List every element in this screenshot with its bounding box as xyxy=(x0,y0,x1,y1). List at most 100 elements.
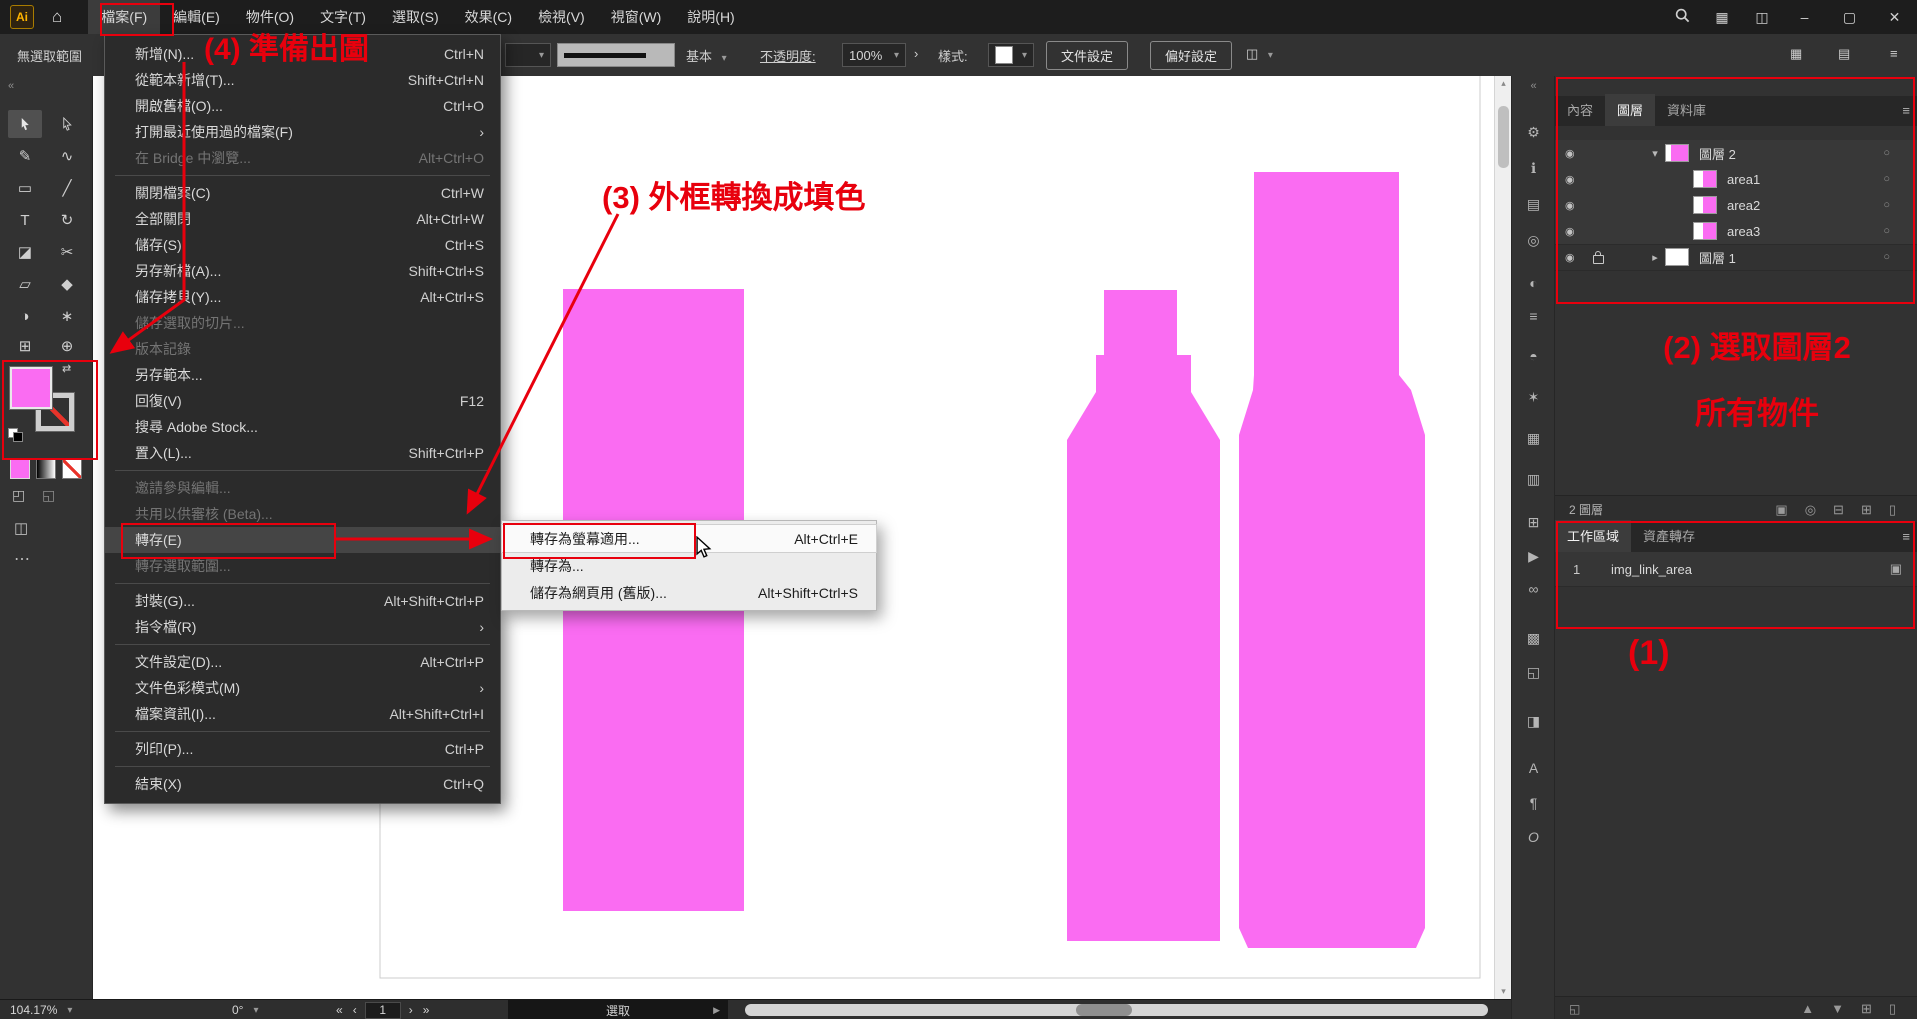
artboard-row[interactable]: 1 img_link_area ▣ xyxy=(1555,552,1917,587)
layer-name[interactable]: 圖層 2 xyxy=(1699,144,1736,163)
file-menu-item-save-as[interactable]: 另存新檔(A)...Shift+Ctrl+S xyxy=(105,258,500,284)
exit-mode-icon[interactable]: ◱ xyxy=(1569,1002,1580,1016)
preferences-button[interactable]: 偏好設定 xyxy=(1150,41,1232,70)
actions-icon[interactable]: ▶ xyxy=(1512,548,1555,565)
rotation-control[interactable]: 0° ▾ xyxy=(232,1000,259,1019)
submenu-item-save-for-web[interactable]: 儲存為網頁用 (舊版)...Alt+Shift+Ctrl+S xyxy=(502,579,876,606)
object-name[interactable]: area3 xyxy=(1727,224,1760,239)
asset-export-icon[interactable]: ◱ xyxy=(1512,664,1555,681)
file-menu-item-revert[interactable]: 回復(V)F12 xyxy=(105,388,500,414)
file-menu-item-open-recent[interactable]: 打開最近使用過的檔案(F)› xyxy=(105,119,500,145)
align-combo[interactable]: ◫ ▾ xyxy=(1246,46,1273,62)
target-circle-icon[interactable]: ○ xyxy=(1883,147,1890,159)
new-item-icon[interactable]: ⊞ xyxy=(1861,1001,1872,1017)
move-up-icon[interactable]: ▲ xyxy=(1801,1001,1814,1017)
object-name[interactable]: area1 xyxy=(1727,172,1760,187)
file-menu-item-exit[interactable]: 結束(X)Ctrl+Q xyxy=(105,771,500,797)
tab-layers[interactable]: 圖層 xyxy=(1605,94,1655,126)
properties-icon[interactable]: ▤ xyxy=(1512,196,1555,213)
line-segment-tool[interactable]: ╱ xyxy=(50,174,84,202)
search-icon[interactable] xyxy=(1662,8,1702,26)
close-button[interactable]: ✕ xyxy=(1872,0,1917,34)
target-circle-icon[interactable]: ○ xyxy=(1883,199,1890,211)
artboard-name[interactable]: img_link_area xyxy=(1611,562,1692,577)
next-artboard-icon[interactable]: › xyxy=(409,1003,413,1017)
menu-effect[interactable]: 效果(C) xyxy=(452,0,525,34)
horizontal-scrollbar[interactable] xyxy=(745,1004,1488,1016)
visibility-eye-icon[interactable]: ◉ xyxy=(1565,173,1587,186)
stroke-panel-icon[interactable]: ≡ xyxy=(1512,308,1555,324)
layer-thumbnail[interactable] xyxy=(1665,144,1689,162)
menu-help[interactable]: 說明(H) xyxy=(674,0,747,34)
type-tool[interactable]: T xyxy=(8,206,42,234)
stroke-profile-combo[interactable] xyxy=(557,43,675,67)
gradient-mode-button[interactable] xyxy=(36,459,56,479)
stroke-weight-combo[interactable]: ▾ xyxy=(505,43,551,67)
file-menu-item-document-color-mode[interactable]: 文件色彩模式(M)› xyxy=(105,675,500,701)
move-down-icon[interactable]: ▼ xyxy=(1831,1001,1844,1017)
artboard-tool[interactable]: ⊞ xyxy=(8,332,42,360)
eraser-tool[interactable]: ◪ xyxy=(8,238,42,266)
color-guide-icon[interactable]: ◐ xyxy=(1512,275,1555,291)
file-menu-item-scripts[interactable]: 指令檔(R)› xyxy=(105,614,500,640)
workspace-icon[interactable]: ▦ xyxy=(1702,9,1742,26)
curvature-tool[interactable]: ∿ xyxy=(50,142,84,170)
first-artboard-icon[interactable]: « xyxy=(336,1003,343,1017)
status-hint-field[interactable]: 選取 ▶ xyxy=(508,1000,728,1019)
zoom-tool[interactable]: ⊕ xyxy=(50,332,84,360)
eyedropper-tool[interactable]: ◆ xyxy=(50,270,84,298)
artwork-bottle-large[interactable] xyxy=(1239,172,1425,948)
object-thumbnail[interactable] xyxy=(1693,196,1717,214)
target-circle-icon[interactable]: ○ xyxy=(1883,251,1890,263)
file-menu-item-save[interactable]: 儲存(S)Ctrl+S xyxy=(105,232,500,258)
expand-panels-icon[interactable]: « xyxy=(1512,80,1555,92)
artboard-number-field[interactable]: 1 xyxy=(365,1002,401,1019)
file-menu-item-package[interactable]: 封裝(G)...Alt+Shift+Ctrl+P xyxy=(105,588,500,614)
color-mode-button[interactable] xyxy=(10,459,30,479)
object-name[interactable]: area2 xyxy=(1727,198,1760,213)
character-icon[interactable]: A xyxy=(1512,760,1555,776)
style-combo[interactable]: ▾ xyxy=(988,43,1034,67)
collapse-toolbox-icon[interactable]: « xyxy=(8,80,14,92)
file-menu-item-export[interactable]: 轉存(E)› xyxy=(105,527,500,553)
arrange-documents-icon[interactable]: ◫ xyxy=(1742,9,1782,26)
menu-select[interactable]: 選取(S) xyxy=(379,0,452,34)
vertical-scroll-thumb[interactable] xyxy=(1498,106,1509,168)
artboards-icon[interactable]: ⊞ xyxy=(1512,514,1555,531)
layer-row[interactable]: ◉ area1 ○ xyxy=(1555,166,1917,193)
last-artboard-icon[interactable]: » xyxy=(423,1003,430,1017)
file-menu-item-close[interactable]: 關閉檔案(C)Ctrl+W xyxy=(105,180,500,206)
fill-swatch[interactable] xyxy=(10,367,52,409)
menu-window[interactable]: 視窗(W) xyxy=(598,0,675,34)
rectangle-tool[interactable]: ▭ xyxy=(8,174,42,202)
scroll-up-icon[interactable]: ▴ xyxy=(1495,78,1512,89)
screen-mode-icon[interactable]: ◫ xyxy=(14,519,28,537)
rotate-tool[interactable]: ↻ xyxy=(50,206,84,234)
symbol-sprayer-tool[interactable]: ∗ xyxy=(50,302,84,330)
tab-libraries[interactable]: 資料庫 xyxy=(1655,94,1718,126)
selection-tool[interactable] xyxy=(8,110,42,138)
info-icon[interactable]: ℹ xyxy=(1512,160,1555,177)
target-circle-icon[interactable]: ○ xyxy=(1883,173,1890,185)
layout-view-icon[interactable]: ▤ xyxy=(1838,46,1850,62)
menu-view[interactable]: 檢視(V) xyxy=(525,0,598,34)
menu-file[interactable]: 檔案(F) xyxy=(88,0,160,34)
settings-icon[interactable]: ⚙ xyxy=(1512,124,1555,141)
object-thumbnail[interactable] xyxy=(1693,170,1717,188)
brush-definition-combo[interactable]: 基本 ▾ xyxy=(686,46,727,65)
draw-behind-icon[interactable]: ◱ xyxy=(42,487,55,504)
home-icon[interactable]: ⌂ xyxy=(52,7,62,27)
tab-asset-export[interactable]: 資產轉存 xyxy=(1631,520,1707,552)
appearance-icon[interactable]: ✶ xyxy=(1512,389,1555,406)
image-trace-icon[interactable]: ▩ xyxy=(1512,630,1555,647)
layer-row[interactable]: ◉ ▾ 圖層 2 ○ xyxy=(1555,140,1917,167)
grid-view-icon[interactable]: ▦ xyxy=(1790,46,1802,62)
file-menu-item-open[interactable]: 開啟舊檔(O)...Ctrl+O xyxy=(105,93,500,119)
make-clipping-mask-icon[interactable]: ▣ xyxy=(1775,502,1787,518)
transparency-icon[interactable]: ◓ xyxy=(1512,348,1555,364)
lock-icon[interactable] xyxy=(1587,251,1609,264)
locate-object-icon[interactable]: ◎ xyxy=(1805,502,1816,518)
pen-tool[interactable]: ✎ xyxy=(8,142,42,170)
artboard-icon[interactable]: ▣ xyxy=(1890,561,1902,577)
file-menu-item-file-info[interactable]: 檔案資訊(I)...Alt+Shift+Ctrl+I xyxy=(105,701,500,727)
